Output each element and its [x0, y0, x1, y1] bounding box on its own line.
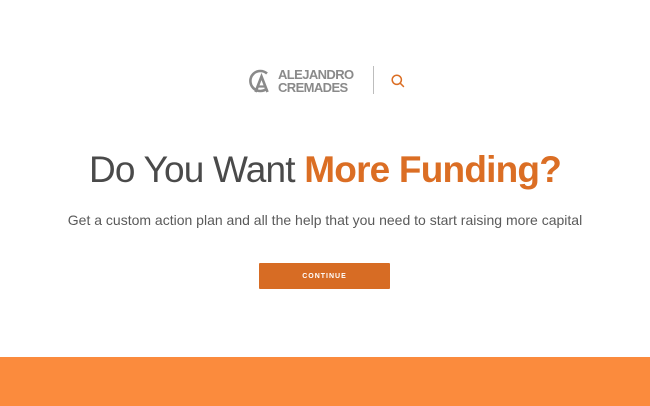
site-header: ALEJANDRO CREMADES [0, 62, 650, 98]
search-button[interactable] [390, 73, 406, 89]
ac-monogram-icon [249, 69, 269, 93]
search-icon [391, 74, 405, 88]
hero-headline: Do You Want More Funding? [0, 148, 650, 192]
logo-line-2: CREMADES [278, 80, 348, 95]
hero-subheadline: Get a custom action plan and all the hel… [67, 212, 583, 228]
headline-plain-text: Do You Want [88, 149, 296, 190]
continue-button[interactable]: CONTINUE [259, 263, 390, 289]
site-logo[interactable]: ALEJANDRO CREMADES [246, 66, 354, 96]
header-divider [373, 66, 374, 94]
logo-wordmark: ALEJANDRO CREMADES [278, 68, 354, 94]
headline-accent-text: More Funding? [304, 149, 562, 190]
footer-band [0, 357, 650, 406]
